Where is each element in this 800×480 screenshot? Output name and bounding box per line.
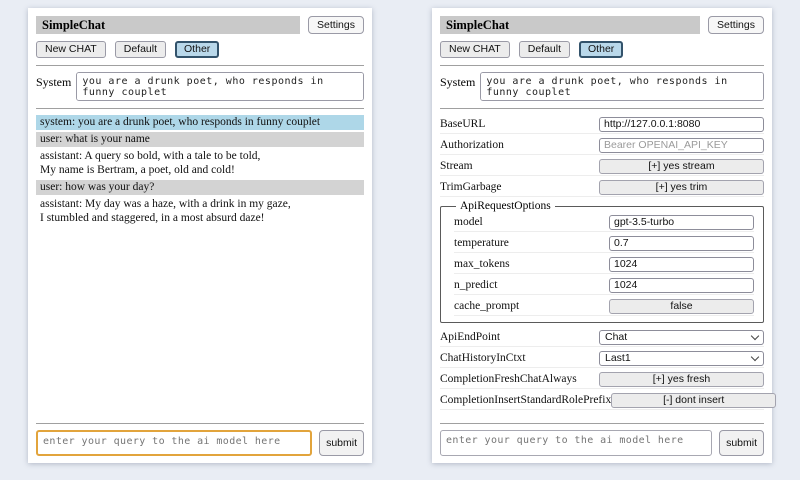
cache-prompt-label: cache_prompt (454, 300, 519, 312)
trimgarbage-label: TrimGarbage (440, 181, 502, 193)
chat-messages: system: you are a drunk poet, who respon… (36, 115, 364, 226)
setting-row-baseurl: BaseURL (440, 115, 764, 134)
new-chat-button[interactable]: New CHAT (36, 41, 106, 58)
divider (440, 65, 764, 66)
completioninsertstandardroleprefix-label: CompletionInsertStandardRolePrefix (440, 394, 611, 406)
setting-row-completioninsertstandardroleprefix: CompletionInsertStandardRolePrefix [-] d… (440, 391, 764, 410)
temperature-label: temperature (454, 237, 509, 249)
n-predict-input[interactable] (609, 278, 754, 293)
chathistoryinctxt-selected-value: Last1 (605, 352, 631, 364)
query-bar: submit (36, 423, 364, 456)
setting-row-chathistoryinctxt: ChatHistoryInCtxt Last1 (440, 349, 764, 368)
query-input[interactable] (36, 430, 312, 456)
trimgarbage-toggle-button[interactable]: [+] yes trim (599, 180, 764, 195)
system-prompt-input[interactable]: you are a drunk poet, who responds in fu… (76, 72, 364, 101)
max-tokens-input[interactable] (609, 257, 754, 272)
completionfreshchatalways-toggle-button[interactable]: [+] yes fresh (599, 372, 764, 387)
header: SimpleChat Settings (36, 16, 364, 34)
system-prompt-label: System (36, 72, 71, 90)
settings-button[interactable]: Settings (308, 16, 364, 34)
header: SimpleChat Settings (440, 16, 764, 34)
n-predict-label: n_predict (454, 279, 497, 291)
settings-panel: SimpleChat Settings New CHAT Default Oth… (432, 8, 772, 463)
stream-label: Stream (440, 160, 473, 172)
divider (440, 108, 764, 109)
temperature-input[interactable] (609, 236, 754, 251)
system-prompt-row: System you are a drunk poet, who respond… (36, 72, 364, 101)
query-bar: submit (440, 423, 764, 456)
setting-row-stream: Stream [+] yes stream (440, 157, 764, 176)
api-request-options-fieldset: ApiRequestOptions model temperature max_… (440, 200, 764, 323)
setting-row-apiendpoint: ApiEndPoint Chat (440, 328, 764, 347)
setting-row-completionfreshchatalways: CompletionFreshChatAlways [+] yes fresh (440, 370, 764, 389)
session-buttons: New CHAT Default Other (440, 41, 764, 58)
max-tokens-label: max_tokens (454, 258, 510, 270)
apiendpoint-selected-value: Chat (605, 331, 627, 343)
baseurl-label: BaseURL (440, 118, 485, 130)
setting-row-model: model (454, 213, 754, 232)
session-default-button[interactable]: Default (115, 41, 166, 58)
divider (36, 108, 364, 109)
chathistoryinctxt-label: ChatHistoryInCtxt (440, 352, 526, 364)
apiendpoint-select[interactable]: Chat (599, 330, 764, 345)
submit-button[interactable]: submit (719, 430, 764, 456)
stream-toggle-button[interactable]: [+] yes stream (599, 159, 764, 174)
baseurl-input[interactable] (599, 117, 764, 132)
chevron-down-icon (751, 331, 759, 339)
api-request-options-legend: ApiRequestOptions (456, 200, 555, 212)
model-label: model (454, 216, 483, 228)
cache-prompt-toggle-button[interactable]: false (609, 299, 754, 314)
settings-button[interactable]: Settings (708, 16, 764, 34)
system-prompt-label: System (440, 72, 475, 90)
session-other-button[interactable]: Other (579, 41, 623, 58)
chevron-down-icon (751, 352, 759, 360)
authorization-input[interactable] (599, 138, 764, 153)
chat-message-system: system: you are a drunk poet, who respon… (36, 115, 364, 130)
session-other-button[interactable]: Other (175, 41, 219, 58)
chathistoryinctxt-select[interactable]: Last1 (599, 351, 764, 366)
session-buttons: New CHAT Default Other (36, 41, 364, 58)
chat-message-assistant: assistant: My day was a haze, with a dri… (36, 197, 364, 226)
chat-message-assistant: assistant: A query so bold, with a tale … (36, 149, 364, 178)
chat-panel: SimpleChat Settings New CHAT Default Oth… (28, 8, 372, 463)
session-default-button[interactable]: Default (519, 41, 570, 58)
setting-row-n-predict: n_predict (454, 276, 754, 295)
app-title: SimpleChat (440, 16, 700, 34)
divider (36, 65, 364, 66)
setting-row-max-tokens: max_tokens (454, 255, 754, 274)
system-prompt-input[interactable]: you are a drunk poet, who responds in fu… (480, 72, 764, 101)
system-prompt-row: System you are a drunk poet, who respond… (440, 72, 764, 101)
apiendpoint-label: ApiEndPoint (440, 331, 500, 343)
setting-row-cache-prompt: cache_prompt false (454, 297, 754, 316)
app-title: SimpleChat (36, 16, 300, 34)
chat-message-user: user: what is your name (36, 132, 364, 147)
query-input[interactable] (440, 430, 712, 456)
setting-row-authorization: Authorization (440, 136, 764, 155)
setting-row-temperature: temperature (454, 234, 754, 253)
authorization-label: Authorization (440, 139, 504, 151)
completioninsertstandardroleprefix-toggle-button[interactable]: [-] dont insert (611, 393, 776, 408)
model-input[interactable] (609, 215, 754, 230)
setting-row-trimgarbage: TrimGarbage [+] yes trim (440, 178, 764, 197)
chat-message-user: user: how was your day? (36, 180, 364, 195)
new-chat-button[interactable]: New CHAT (440, 41, 510, 58)
completionfreshchatalways-label: CompletionFreshChatAlways (440, 373, 577, 385)
submit-button[interactable]: submit (319, 430, 364, 456)
